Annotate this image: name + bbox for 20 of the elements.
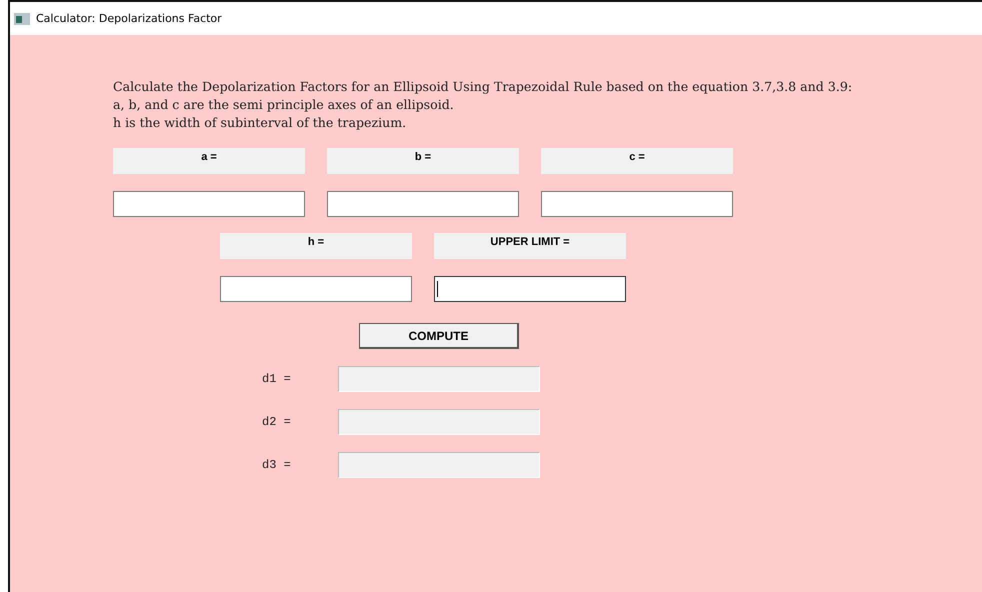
input-field[interactable] [220, 276, 412, 302]
description-text: a, b, and c are the semi principle axes of an ellipsoid. [113, 96, 455, 114]
description-text: Calculate the Depolarization Factors for an Ellipsoid Using Trapezoidal Rule based on the equation 3.7,3.8 and 3.9: [113, 78, 854, 96]
text-cursor [437, 281, 438, 297]
field-label: UPPER LIMIT = [434, 233, 626, 259]
input-field[interactable] [434, 276, 626, 302]
output-label: d3 = [262, 458, 292, 472]
field-label: b = [327, 148, 519, 174]
field-label: h = [220, 233, 412, 259]
input-field[interactable] [113, 191, 305, 217]
input-field[interactable] [327, 191, 519, 217]
input-field[interactable] [541, 191, 733, 217]
description-text: h is the width of subinterval of the trapezium. [113, 114, 408, 132]
field-label: a = [113, 148, 305, 174]
compute-button[interactable]: COMPUTE [359, 323, 519, 349]
output-label: d2 = [262, 415, 292, 429]
window-title: Calculator: Depolarizations Factor [36, 12, 222, 25]
app-icon [14, 12, 30, 24]
output-label: d1 = [262, 372, 292, 386]
field-label: c = [541, 148, 733, 174]
